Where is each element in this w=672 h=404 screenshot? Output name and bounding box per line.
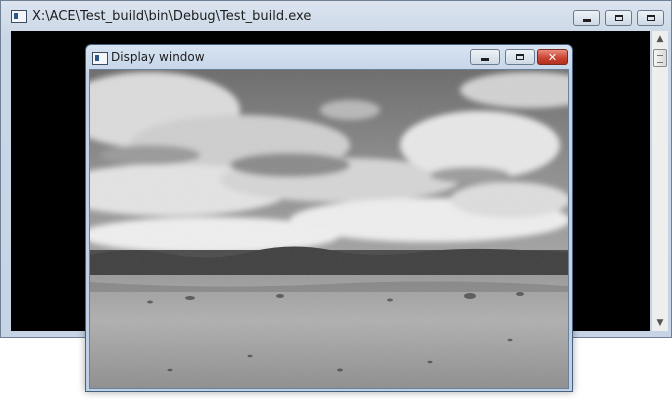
console-vertical-scrollbar[interactable]: ▲ ▼: [651, 31, 668, 331]
display-window-title: Display window: [111, 50, 205, 64]
console-window-title: X:\ACE\Test_build\bin\Debug\Test_build.e…: [32, 9, 312, 24]
display-close-button[interactable]: ✕: [537, 49, 568, 65]
close-icon: ✕: [547, 50, 558, 64]
console-app-icon: [11, 10, 27, 23]
console-restore-button[interactable]: [637, 10, 664, 26]
display-image: [89, 69, 569, 389]
scrollbar-thumb[interactable]: [653, 49, 667, 67]
display-minimize-button[interactable]: [470, 49, 500, 65]
scroll-down-arrow-icon[interactable]: ▼: [652, 315, 668, 331]
console-minimize-button[interactable]: [573, 10, 600, 26]
display-maximize-button[interactable]: [505, 49, 535, 65]
display-app-icon: [92, 52, 108, 65]
scroll-up-arrow-icon[interactable]: ▲: [652, 31, 668, 47]
beach-photo-image: [90, 70, 568, 388]
console-titlebar[interactable]: X:\ACE\Test_build\bin\Debug\Test_build.e…: [1, 1, 671, 31]
console-maximize-button[interactable]: [605, 10, 632, 26]
display-window: Display window ✕: [85, 44, 573, 392]
